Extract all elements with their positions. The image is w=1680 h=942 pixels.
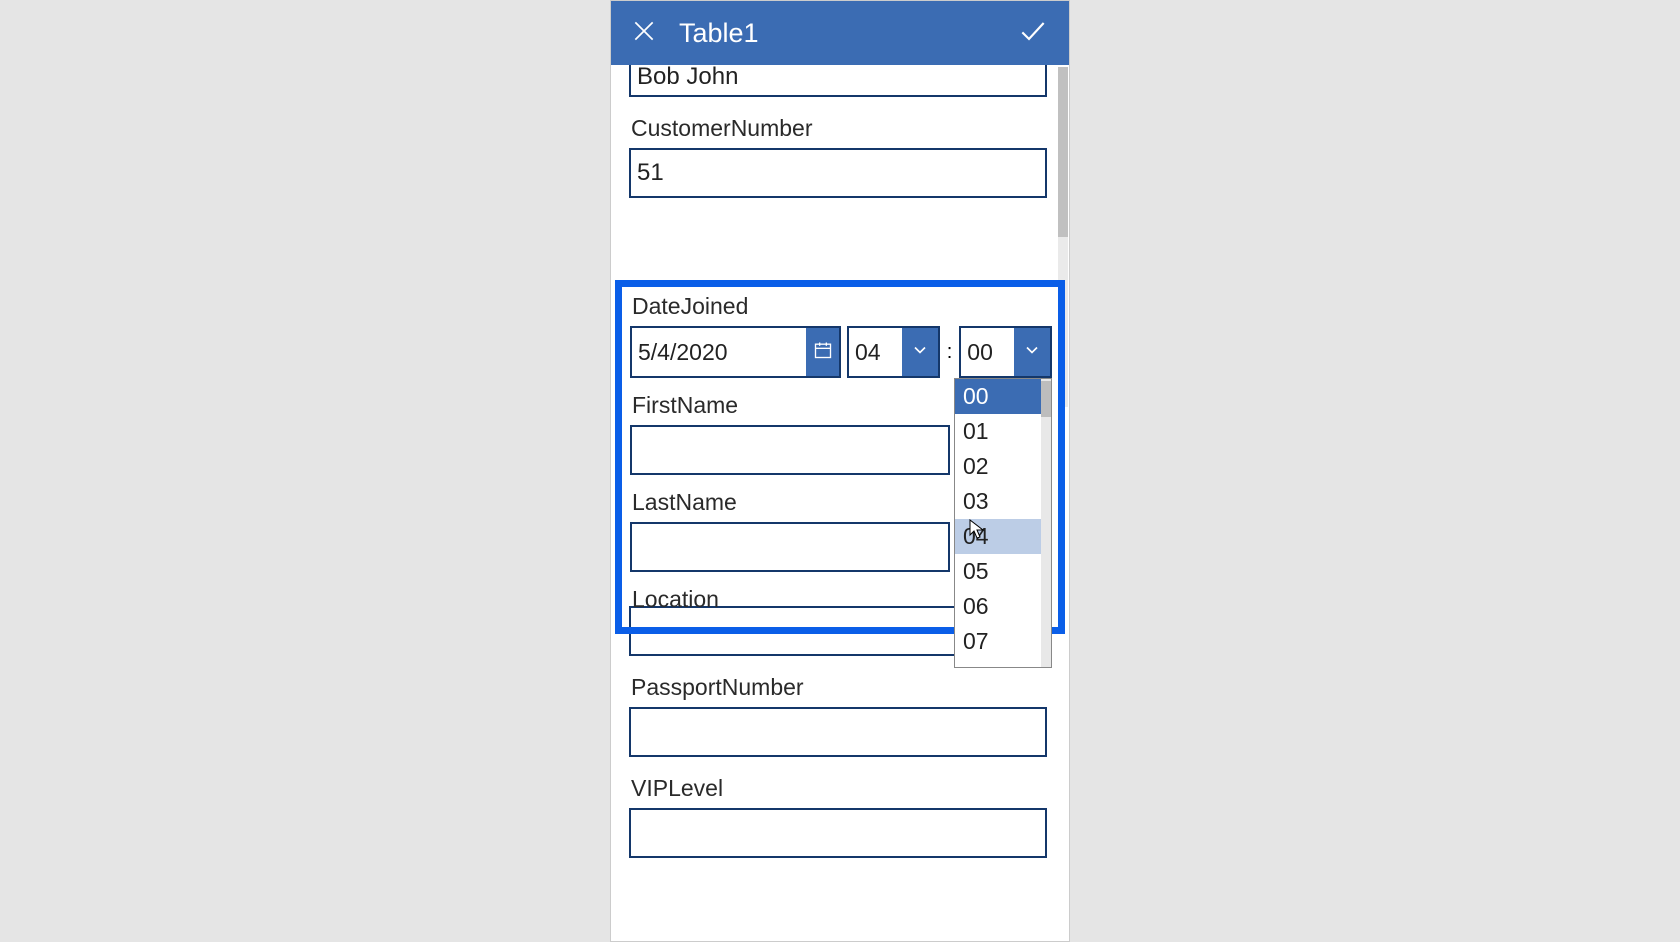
dropdown-option[interactable]: 07 <box>955 624 1051 659</box>
form-body: CustomerNumber DateJoined <box>611 65 1069 941</box>
customer-number-label: CustomerNumber <box>631 115 1053 142</box>
calendar-button[interactable] <box>806 328 839 376</box>
last-name-input[interactable] <box>630 522 950 572</box>
date-input[interactable] <box>632 328 806 376</box>
vip-label: VIPLevel <box>631 775 1053 802</box>
dropdown-option[interactable]: 02 <box>955 449 1051 484</box>
calendar-icon <box>813 340 833 365</box>
time-separator: : <box>946 341 954 364</box>
dropdown-option[interactable]: 03 <box>955 484 1051 519</box>
date-joined-label: DateJoined <box>632 293 1052 320</box>
page-title: Table1 <box>679 18 759 49</box>
chevron-down-icon <box>1022 340 1042 365</box>
passport-input[interactable] <box>629 707 1047 757</box>
titlebar: Table1 <box>611 1 1069 65</box>
dropdown-scrollbar-thumb[interactable] <box>1041 381 1051 417</box>
minute-select[interactable]: 00 000102030405060708 <box>959 326 1052 378</box>
dropdown-option[interactable]: 04 <box>955 519 1051 554</box>
date-input-wrap <box>630 326 841 378</box>
dropdown-scrollbar-track[interactable] <box>1041 379 1051 667</box>
hour-select[interactable]: 04 <box>847 326 940 378</box>
close-icon[interactable] <box>631 18 657 49</box>
accept-icon[interactable] <box>1017 15 1049 52</box>
highlight-box: DateJoined <box>615 280 1065 634</box>
titlebar-left: Table1 <box>631 18 759 49</box>
customer-number-input[interactable] <box>629 148 1047 198</box>
minute-dropdown-panel: 000102030405060708 <box>954 378 1052 668</box>
dropdown-list: 000102030405060708 <box>955 379 1051 668</box>
minute-value: 00 <box>961 328 1014 376</box>
dropdown-option[interactable]: 06 <box>955 589 1051 624</box>
dropdown-option[interactable]: 08 <box>955 659 1051 668</box>
dropdown-option[interactable]: 01 <box>955 414 1051 449</box>
dropdown-option[interactable]: 05 <box>955 554 1051 589</box>
vip-input[interactable] <box>629 808 1047 858</box>
name-input[interactable] <box>629 65 1047 97</box>
hour-dropdown-button[interactable] <box>902 328 938 376</box>
hour-value: 04 <box>849 328 902 376</box>
chevron-down-icon <box>910 340 930 365</box>
passport-label: PassportNumber <box>631 674 1053 701</box>
dropdown-option[interactable]: 00 <box>955 379 1051 414</box>
form-scrollbar-thumb[interactable] <box>1058 67 1068 237</box>
minute-dropdown-button[interactable] <box>1014 328 1050 376</box>
first-name-input[interactable] <box>630 425 950 475</box>
app-frame: Table1 CustomerNumber DateJoined <box>610 0 1070 942</box>
date-joined-row: 04 : 00 <box>630 326 1052 378</box>
